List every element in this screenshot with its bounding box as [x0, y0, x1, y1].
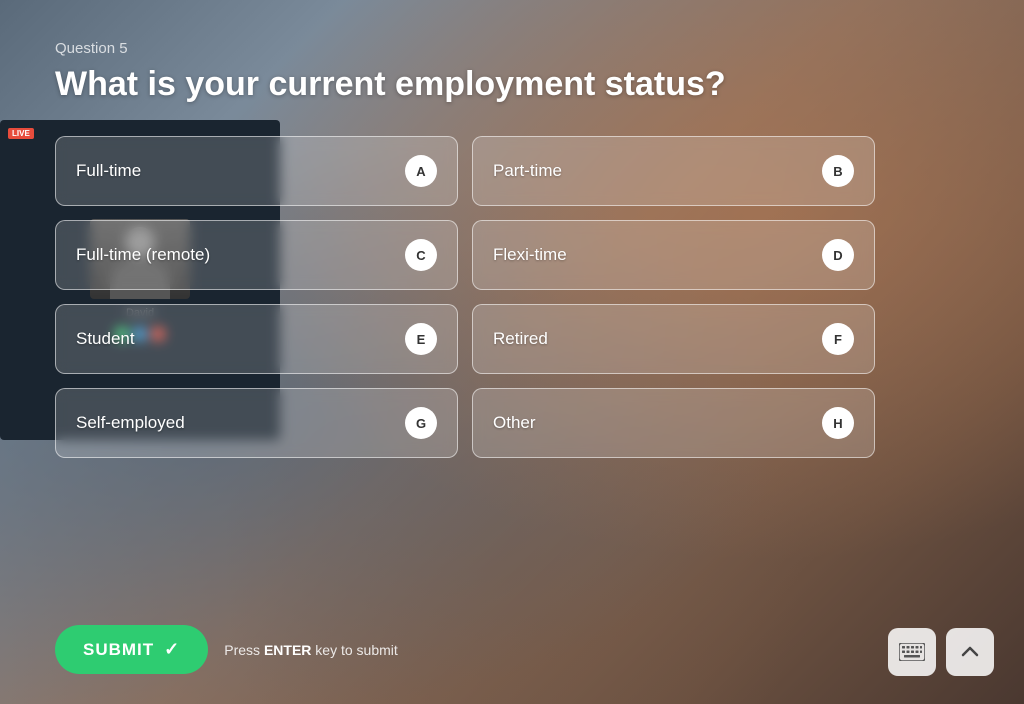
- option-E-key: E: [405, 323, 437, 355]
- option-B-key: B: [822, 155, 854, 187]
- hint-key: ENTER: [264, 642, 311, 658]
- option-A-key: A: [405, 155, 437, 187]
- submit-label: SUBMIT: [83, 640, 154, 660]
- option-F[interactable]: Retired F: [472, 304, 875, 374]
- option-C-label: Full-time (remote): [76, 245, 210, 265]
- keyboard-toggle-button[interactable]: [888, 628, 936, 676]
- option-F-label: Retired: [493, 329, 548, 349]
- hint-prefix: Press: [224, 642, 264, 658]
- option-G[interactable]: Self-employed G: [55, 388, 458, 458]
- options-grid: Full-time A Part-time B Full-time (remot…: [55, 136, 875, 458]
- question-number: Question 5: [55, 40, 969, 57]
- scroll-up-button[interactable]: [946, 628, 994, 676]
- submit-hint: Press ENTER key to submit: [224, 642, 398, 658]
- submit-area: SUBMIT ✓ Press ENTER key to submit: [55, 625, 398, 674]
- option-H[interactable]: Other H: [472, 388, 875, 458]
- option-D-label: Flexi-time: [493, 245, 567, 265]
- submit-button[interactable]: SUBMIT ✓: [55, 625, 208, 674]
- keyboard-icon: [899, 643, 925, 661]
- option-C-key: C: [405, 239, 437, 271]
- option-D-key: D: [822, 239, 854, 271]
- hint-suffix: key to submit: [311, 642, 397, 658]
- option-E-label: Student: [76, 329, 135, 349]
- submit-checkmark-icon: ✓: [164, 639, 180, 660]
- chevron-up-icon: [961, 645, 979, 659]
- option-G-key: G: [405, 407, 437, 439]
- option-D[interactable]: Flexi-time D: [472, 220, 875, 290]
- option-F-key: F: [822, 323, 854, 355]
- option-G-label: Self-employed: [76, 413, 185, 433]
- question-title: What is your current employment status?: [55, 65, 969, 104]
- main-content: Question 5 What is your current employme…: [0, 0, 1024, 704]
- option-B-label: Part-time: [493, 161, 562, 181]
- option-A[interactable]: Full-time A: [55, 136, 458, 206]
- bottom-right-controls: [888, 628, 994, 676]
- option-H-key: H: [822, 407, 854, 439]
- option-E[interactable]: Student E: [55, 304, 458, 374]
- option-A-label: Full-time: [76, 161, 141, 181]
- option-B[interactable]: Part-time B: [472, 136, 875, 206]
- option-H-label: Other: [493, 413, 536, 433]
- option-C[interactable]: Full-time (remote) C: [55, 220, 458, 290]
